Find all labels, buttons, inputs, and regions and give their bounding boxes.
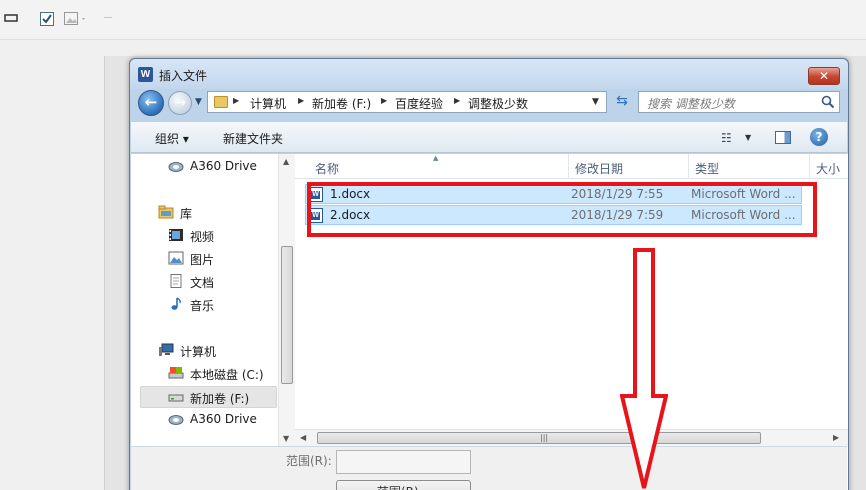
volume-drive-icon [168, 394, 184, 402]
picture-library-icon [168, 251, 184, 265]
preview-pane-icon[interactable] [775, 131, 791, 144]
new-folder-button[interactable]: 新建文件夹 [223, 130, 283, 147]
down-arrow-annotation-icon [620, 248, 668, 489]
column-divider[interactable] [568, 154, 569, 179]
breadcrumb-baidu[interactable]: 百度经验 [395, 95, 443, 112]
ruler-icon[interactable] [4, 12, 18, 24]
column-header-name[interactable]: 名称 [315, 160, 339, 177]
forward-button[interactable]: → [168, 91, 192, 115]
refresh-button[interactable]: ⇆ [611, 91, 633, 113]
highlight-annotation-box [307, 182, 817, 237]
local-disk-icon [168, 367, 184, 379]
back-button[interactable]: ← [138, 90, 164, 116]
close-button[interactable]: ✕ [808, 67, 840, 85]
nav-item-label: 视频 [190, 230, 215, 244]
cloud-drive-icon [168, 415, 184, 425]
scroll-down-arrow-icon[interactable]: ▼ [283, 434, 289, 443]
scroll-left-arrow-icon[interactable]: ◀ [300, 433, 306, 442]
nav-item-label: 音乐 [190, 299, 215, 313]
music-library-icon [171, 297, 181, 310]
range-input[interactable] [336, 450, 471, 474]
dialog-titlebar[interactable]: W 插入文件 ✕ [130, 59, 848, 89]
insert-file-dialog: W 插入文件 ✕ ← → ▼ ▶ 计算机 ▶ 新加卷 (F:) ▶ 百度经验 ▶… [129, 58, 849, 490]
nav-item-label: 本地磁盘 (C:) [190, 368, 264, 382]
nav-pane-scrollbar[interactable]: ▲ ▼ [278, 154, 295, 490]
organize-menu-button[interactable]: 组织 ▾ [155, 130, 189, 147]
word-app-icon: W [138, 67, 153, 82]
breadcrumb-chevron-icon[interactable]: ▶ [233, 96, 239, 105]
breadcrumb-chevron-icon[interactable]: ▶ [298, 96, 304, 105]
computer-icon [159, 343, 174, 356]
library-icon [158, 205, 174, 219]
search-placeholder: 搜索 调整极少数 [647, 97, 735, 111]
breadcrumb-current-folder[interactable]: 调整极少数 [468, 95, 528, 112]
toolbar-separator-icon [104, 17, 112, 18]
nav-item-label: A360 Drive [190, 412, 257, 426]
host-toolbar [0, 0, 866, 40]
breadcrumb-volume[interactable]: 新加卷 (F:) [312, 95, 371, 112]
nav-item-label: A360 Drive [190, 159, 257, 173]
help-icon[interactable]: ? [810, 128, 828, 146]
scroll-up-arrow-icon[interactable]: ▲ [283, 157, 289, 166]
change-view-icon[interactable]: ☷ [721, 131, 732, 145]
documents-library-icon [170, 274, 182, 288]
video-library-icon [169, 229, 183, 241]
nav-item-label: 库 [180, 207, 193, 221]
column-header-modified[interactable]: 修改日期 [575, 160, 623, 177]
nav-item-label: 计算机 [180, 345, 217, 359]
search-icon[interactable] [821, 95, 835, 109]
navigation-pane: A360 Drive 库 视频 图片 文档 音乐 计算机 本地磁盘 (C:) 新… [131, 154, 294, 490]
breadcrumb-chevron-icon[interactable]: ▶ [454, 96, 460, 105]
search-box[interactable]: 搜索 调整极少数 [638, 91, 840, 113]
range-label: 范围(R): [286, 454, 332, 468]
column-header-type[interactable]: 类型 [695, 160, 719, 177]
dialog-title: 插入文件 [159, 69, 208, 83]
nav-item-label: 图片 [190, 253, 215, 267]
screenshot-stage: W 插入文件 ✕ ← → ▼ ▶ 计算机 ▶ 新加卷 (F:) ▶ 百度经验 ▶… [0, 0, 866, 490]
nav-scroll-thumb[interactable] [281, 246, 293, 384]
command-bar: 组织 ▾ 新建文件夹 ☷ ▼ ? [131, 121, 847, 153]
scroll-right-arrow-icon[interactable]: ▶ [833, 433, 839, 442]
dialog-bottom-area: 范围(R): 范围(R)... [131, 446, 847, 490]
address-history-dropdown-icon[interactable]: ▼ [592, 97, 599, 107]
column-header-row: ▲ 名称 修改日期 类型 大小 [295, 154, 848, 179]
scroll-grip-icon: ||| [540, 433, 549, 442]
nav-item-label: 新加卷 (F:) [190, 392, 250, 406]
folder-icon [214, 96, 228, 108]
checkbox-icon[interactable] [40, 12, 54, 26]
file-list-horizontal-scrollbar[interactable]: ◀ ||| ▶ [295, 429, 848, 446]
cloud-drive-icon [168, 162, 184, 172]
column-divider[interactable] [809, 154, 810, 179]
address-bar[interactable]: ▶ 计算机 ▶ 新加卷 (F:) ▶ 百度经验 ▶ 调整极少数 ▼ [207, 91, 607, 113]
host-side-area [0, 40, 104, 490]
column-header-size[interactable]: 大小 [816, 160, 840, 177]
sort-ascending-icon: ▲ [433, 154, 439, 162]
breadcrumb-chevron-icon[interactable]: ▶ [381, 96, 387, 105]
column-divider[interactable] [688, 154, 689, 179]
range-button[interactable]: 范围(R)... [336, 480, 471, 490]
nav-item-volume-f[interactable]: 新加卷 (F:) [140, 386, 277, 408]
view-options-dropdown-icon[interactable]: ▼ [745, 133, 751, 142]
image-icon[interactable] [64, 12, 88, 26]
recent-locations-dropdown[interactable]: ▼ [195, 97, 202, 107]
nav-item-label: 文档 [190, 276, 215, 290]
breadcrumb-computer[interactable]: 计算机 [250, 95, 286, 112]
horizontal-scroll-thumb[interactable]: ||| [317, 432, 761, 444]
